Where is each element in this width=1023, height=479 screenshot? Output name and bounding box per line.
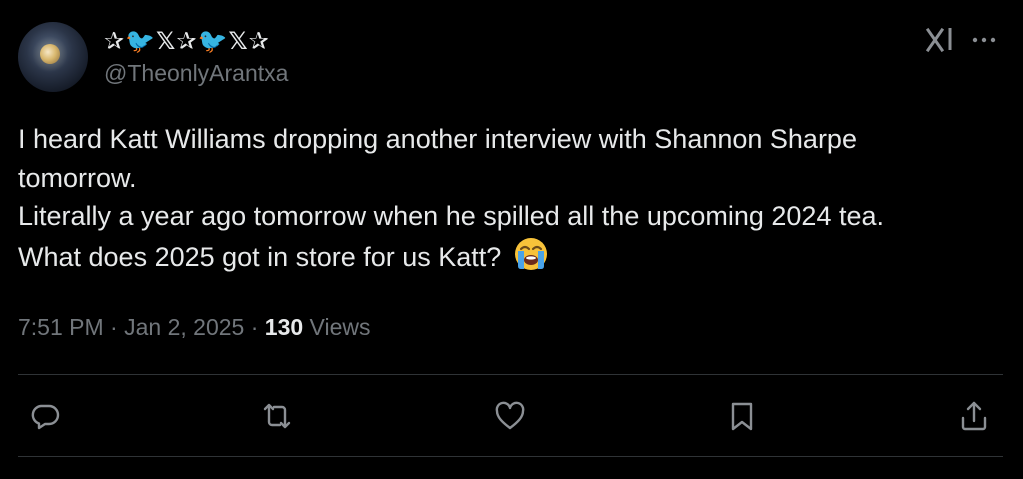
share-icon[interactable] <box>956 398 992 434</box>
divider-bottom <box>18 456 1003 457</box>
avatar[interactable] <box>18 22 88 92</box>
handle[interactable]: @TheonlyArantxa <box>104 60 288 87</box>
divider-top <box>18 374 1003 375</box>
meta-separator: · <box>244 314 265 340</box>
tweet-line: tomorrow. <box>18 162 137 193</box>
more-icon[interactable] <box>970 28 998 52</box>
action-bar <box>0 390 1023 440</box>
display-name[interactable]: ✰🐦𝕏✰🐦𝕏✰ <box>104 27 270 56</box>
bookmark-icon[interactable] <box>724 398 760 434</box>
grok-icon[interactable] <box>924 24 956 56</box>
tweet: ✰🐦𝕏✰🐦𝕏✰ @TheonlyArantxa I heard Katt Wil… <box>0 0 1023 479</box>
reply-icon[interactable] <box>27 398 63 434</box>
tweet-line-last: What does 2025 got in store for us Katt? <box>18 236 1008 277</box>
meta-separator: · <box>103 314 125 340</box>
repost-icon[interactable] <box>259 398 295 434</box>
avatar-moon <box>40 44 60 64</box>
views-label: Views <box>309 314 371 340</box>
tweet-date[interactable]: Jan 2, 2025 <box>124 314 244 340</box>
tweet-line: Literally a year ago tomorrow when he sp… <box>18 201 885 231</box>
like-icon[interactable] <box>492 398 528 434</box>
tweet-line-text: What does 2025 got in store for us Katt? <box>18 241 502 272</box>
loudly-crying-face-icon <box>513 236 549 272</box>
tweet-meta: 7:51 PM · Jan 2, 2025 · 130 Views <box>18 314 370 341</box>
tweet-text: I heard Katt Williams dropping another i… <box>18 120 1008 276</box>
views-count: 130 <box>264 314 304 340</box>
tweet-line: I heard Katt Williams dropping another i… <box>18 124 857 154</box>
tweet-time[interactable]: 7:51 PM <box>18 314 104 340</box>
